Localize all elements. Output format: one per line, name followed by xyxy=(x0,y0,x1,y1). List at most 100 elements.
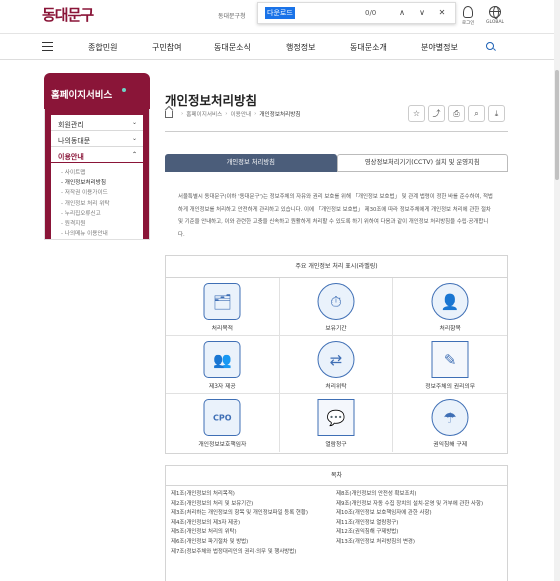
sidebar-item-guide[interactable]: 이용안내 ⌃ xyxy=(51,147,143,163)
gnb-item-news[interactable]: 동대문소식 xyxy=(214,42,251,53)
label-card[interactable]: 👥 제3자 제공 xyxy=(166,336,280,394)
global-button[interactable]: GLOBAL xyxy=(486,6,504,25)
tab-cctv-policy[interactable]: 영상정보처리기기(CCTV) 설치 및 운영지침 xyxy=(336,154,508,172)
label-card[interactable]: CPO 개인정보보호책임자 xyxy=(166,394,280,452)
breadcrumb-separator: › xyxy=(181,111,184,117)
submenu-item-sitemap[interactable]: 사이트맵 xyxy=(61,168,143,178)
sidebar-item-my[interactable]: 나의동대문 ⌄ xyxy=(51,131,143,147)
top-header: 동대문구 동대문구청 다운로드 0/0 ∧ ∨ ✕ 로그인 GLOBAL xyxy=(0,0,560,34)
menu-icon[interactable] xyxy=(42,42,53,51)
zoom-icon[interactable]: ⌕ xyxy=(468,105,485,122)
user-icon xyxy=(463,6,474,18)
sidebar-body: 회원관리 ⌄ 나의동대문 ⌄ 이용안내 ⌃ 사이트맵 개인정보처리방침 저작권 … xyxy=(44,109,150,241)
toc-link[interactable]: 제1조(개인정보의 처리목적) xyxy=(171,490,308,500)
favorite-icon[interactable]: ☆ xyxy=(408,105,425,122)
login-button[interactable]: 로그인 xyxy=(462,6,474,26)
home-icon[interactable] xyxy=(165,110,173,118)
toc-link[interactable]: 제9조(개인정보 자동 수집 장치의 설치·운영 및 거부에 관한 사항) xyxy=(336,500,483,510)
chevron-down-icon: ⌄ xyxy=(131,119,137,126)
label-card-text: 개인정보보호책임자 xyxy=(198,442,247,448)
toc-link[interactable]: 제10조(개인정보 보호책임자에 관한 사항) xyxy=(336,509,483,519)
toc-link[interactable]: 제13조(개인정보 처리방침의 변경) xyxy=(336,538,483,548)
label-card[interactable]: ⇄ 처리위탁 xyxy=(279,336,394,394)
site-logo[interactable]: 동대문구 xyxy=(42,4,94,25)
breadcrumb-item[interactable]: 이용안내 xyxy=(231,110,252,118)
share-icon[interactable]: ⤴ xyxy=(428,105,445,122)
find-match-count: 0/0 xyxy=(365,9,377,17)
breadcrumb: › 홈페이지서비스 › 이용안내 › 개인정보처리방침 xyxy=(165,110,301,118)
sidebar: 홈페이지서비스 회원관리 ⌄ 나의동대문 ⌄ 이용안내 ⌃ 사이트맵 개인정보처… xyxy=(44,73,150,241)
breadcrumb-current: 개인정보처리방침 xyxy=(259,112,301,118)
find-close-button[interactable]: ✕ xyxy=(436,7,448,19)
toc-title: 목차 xyxy=(166,466,507,486)
find-query-input[interactable]: 다운로드 xyxy=(265,7,295,19)
toc-link[interactable]: 제4조(개인정보의 제3자 제공) xyxy=(171,519,308,529)
sidebar-submenu: 사이트맵 개인정보처리방침 저작권 이용가이드 개인정보 처리 위탁 누리집오류… xyxy=(51,163,143,240)
scrollbar-thumb[interactable] xyxy=(555,70,559,180)
find-bar: 다운로드 0/0 ∧ ∨ ✕ xyxy=(257,2,456,24)
chat-icon: 💬 xyxy=(317,399,355,436)
find-prev-button[interactable]: ∧ xyxy=(396,7,408,19)
global-label: GLOBAL xyxy=(486,20,505,25)
people-share-icon: 👥 xyxy=(203,341,241,378)
umbrella-icon: ☂ xyxy=(431,399,469,436)
handover-icon: ⇄ xyxy=(317,341,355,378)
toc-link[interactable]: 제7조(정보주체와 법정대리인의 권리·의무 및 행사방법) xyxy=(171,548,308,558)
toc-link[interactable]: 제6조(개인정보 파기절차 및 방법) xyxy=(171,538,308,548)
toc-link[interactable]: 제11조(개인정보 열람청구) xyxy=(336,519,483,529)
print-icon[interactable]: ⎙ xyxy=(448,105,465,122)
sidebar-title: 홈페이지서비스 xyxy=(44,73,150,109)
label-card[interactable]: 👤 처리항목 xyxy=(393,278,507,336)
label-card[interactable]: ✎ 정보주체의 권리의무 xyxy=(393,336,507,394)
toc-link[interactable]: 제2조(개인정보의 처리 및 보유기간) xyxy=(171,500,308,510)
toc-link[interactable]: 제5조(개인정보 처리의 위탁) xyxy=(171,528,308,538)
gnb-item-fields[interactable]: 분야별정보 xyxy=(421,42,458,53)
label-card[interactable]: ☂ 권익침해 구제 xyxy=(393,394,507,452)
cpo-badge-icon: CPO xyxy=(203,399,241,436)
label-card-text: 제3자 제공 xyxy=(208,384,236,390)
labeling-box: 주요 개인정보 처리 표시(라벨링) 🗂 처리목적 ⏱ 보유기간 👤 처리항목 … xyxy=(165,255,508,454)
sidebar-item-members[interactable]: 회원관리 ⌄ xyxy=(51,115,143,131)
submenu-item-mymenu[interactable]: 나의메뉴 이용안내 xyxy=(61,229,143,239)
table-of-contents: 목차 제1조(개인정보의 처리목적) 제2조(개인정보의 처리 및 보유기간) … xyxy=(165,465,508,581)
search-icon[interactable] xyxy=(486,42,494,50)
page-scrollbar[interactable] xyxy=(554,0,560,581)
calendar-clock-icon-glyph: ⏱ xyxy=(330,292,342,311)
folder-check-icon: 🗂 xyxy=(203,283,241,320)
page-title: 개인정보처리방침 xyxy=(165,93,258,108)
chevron-down-icon: ⌄ xyxy=(131,135,137,142)
submenu-item-remote[interactable]: 원격지원 xyxy=(61,219,143,229)
label-card[interactable]: 🗂 처리목적 xyxy=(166,278,280,336)
gnb-item-participation[interactable]: 구민참여 xyxy=(152,42,181,53)
label-card[interactable]: ⏱ 보유기간 xyxy=(279,278,394,336)
label-card[interactable]: 💬 열람청구 xyxy=(280,394,394,452)
toc-link[interactable]: 제8조(개인정보의 안전성 확보조치) xyxy=(336,490,483,500)
sidebar-menu: 회원관리 ⌄ 나의동대문 ⌄ 이용안내 ⌃ 사이트맵 개인정보처리방침 저작권 … xyxy=(51,115,143,240)
folder-check-icon-glyph: 🗂 xyxy=(212,292,232,311)
submenu-item-privacy[interactable]: 개인정보처리방침 xyxy=(61,178,143,188)
sidebar-item-label: 이용안내 xyxy=(58,153,84,161)
breadcrumb-separator: › xyxy=(254,111,257,117)
toc-link[interactable]: 제12조(권익침해 구제방법) xyxy=(336,528,483,538)
toc-right-column: 제8조(개인정보의 안전성 확보조치) 제9조(개인정보 자동 수집 장치의 설… xyxy=(336,490,483,548)
submenu-item-copyright[interactable]: 저작권 이용가이드 xyxy=(61,188,143,198)
breadcrumb-item[interactable]: 홈페이지서비스 xyxy=(186,110,222,118)
toc-link[interactable]: 제3조(처리하는 개인정보의 항목 및 개인정보파일 등록 현황) xyxy=(171,509,308,519)
download-icon[interactable]: ⤓ xyxy=(488,105,505,122)
handover-icon-glyph: ⇄ xyxy=(329,350,343,369)
page-tools: ☆ ⤴ ⎙ ⌕ ⤓ xyxy=(408,105,505,122)
intro-text: 서울특별시 동대문구(이하 '동대문구')는 정보주체의 자유와 권리 보호를 … xyxy=(178,194,493,238)
umbrella-icon-glyph: ☂ xyxy=(443,408,457,427)
gnb-item-civil[interactable]: 종합민원 xyxy=(88,42,117,53)
submenu-item-error-report[interactable]: 누리집오류신고 xyxy=(61,209,143,219)
gnb-item-admin[interactable]: 행정정보 xyxy=(286,42,315,53)
label-card-text: 열람청구 xyxy=(325,442,347,448)
sidebar-item-label: 회원관리 xyxy=(58,121,84,129)
chevron-up-icon: ⌃ xyxy=(131,151,137,158)
gnb-item-about[interactable]: 동대문소개 xyxy=(350,42,387,53)
tab-privacy-policy[interactable]: 개인정보 처리방침 xyxy=(165,154,337,172)
document-pen-icon-glyph: ✎ xyxy=(443,350,457,369)
folder-person-icon: 👤 xyxy=(431,283,469,320)
submenu-item-consignment[interactable]: 개인정보 처리 위탁 xyxy=(61,199,143,209)
find-next-button[interactable]: ∨ xyxy=(416,7,428,19)
